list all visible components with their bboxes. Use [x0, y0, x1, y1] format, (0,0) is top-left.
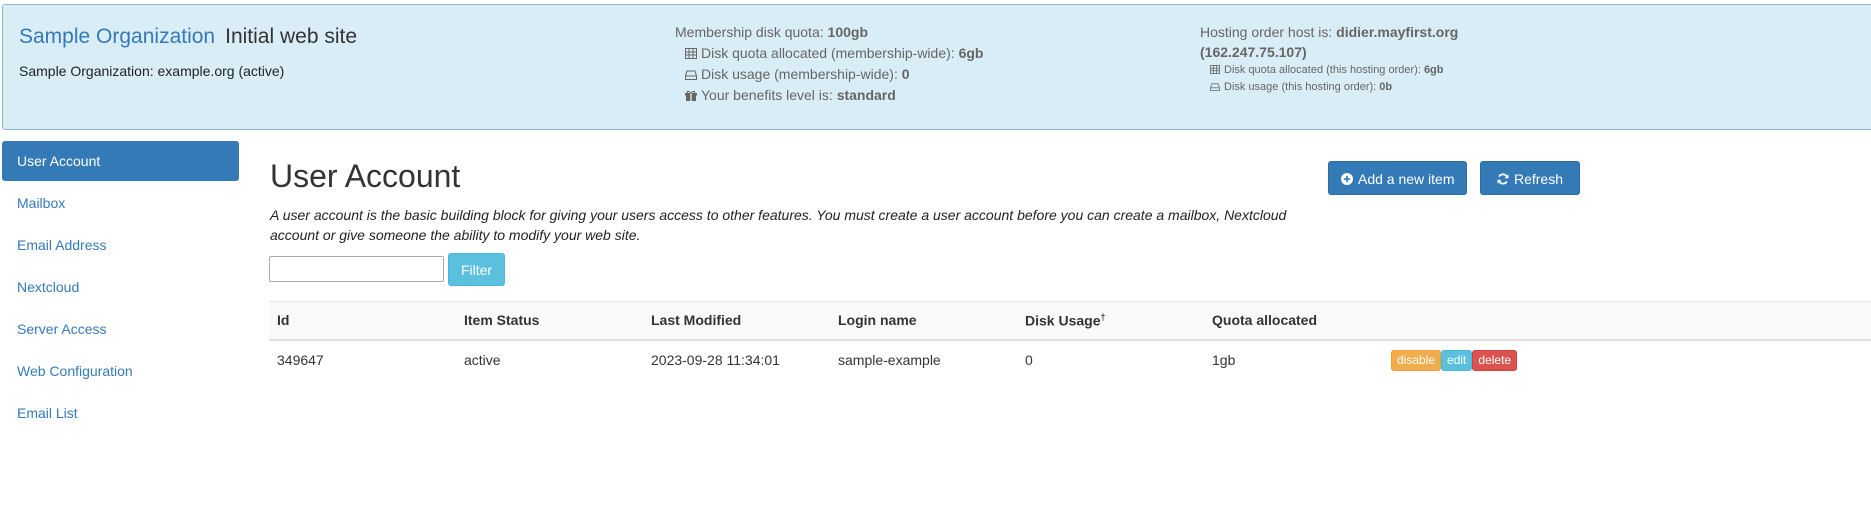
sidebar-item-mailbox[interactable]: Mailbox	[2, 183, 239, 223]
cell-item-status: active	[464, 352, 501, 368]
host-ip-line: (162.247.75.107)	[1200, 42, 1458, 62]
filter-button[interactable]: Filter	[448, 253, 505, 286]
cell-disk-usage: 0	[1025, 352, 1033, 368]
disable-button[interactable]: disable	[1391, 349, 1442, 371]
membership-allocated-label: Disk quota allocated (membership-wide):	[701, 45, 959, 61]
hdd-icon	[1210, 83, 1220, 91]
table-icon	[1210, 65, 1220, 74]
org-header-panel: Sample Organization Initial web site Samp…	[2, 4, 1871, 130]
membership-usage-value: 0	[901, 66, 910, 82]
table-icon	[685, 48, 697, 59]
filter-input[interactable]	[269, 256, 444, 282]
site-name: Initial web site	[225, 25, 358, 48]
column-header-login-name[interactable]: Login name	[830, 301, 1017, 341]
page-title: User Account	[270, 158, 461, 194]
column-header-actions	[1391, 301, 1871, 341]
table-row: 349647 active 2023-09-28 11:34:01 sample…	[269, 340, 1871, 380]
sidebar-item-nextcloud[interactable]: Nextcloud	[2, 267, 239, 307]
hosting-usage-label: Disk usage (this hosting order):	[1224, 81, 1380, 93]
sidebar-nav: User Account Mailbox Email Address Nextc…	[2, 141, 239, 435]
column-header-last-modified[interactable]: Last Modified	[643, 301, 830, 341]
column-header-quota-allocated[interactable]: Quota allocated	[1204, 301, 1391, 341]
disk-usage-header-label: Disk Usage	[1025, 312, 1101, 329]
hosting-allocated-line: Disk quota allocated (this hosting order…	[1200, 62, 1458, 79]
membership-quota-label: Membership disk quota:	[675, 24, 828, 40]
add-new-item-label: Add a new item	[1358, 171, 1455, 187]
membership-quota-line: Membership disk quota: 100gb	[675, 22, 983, 43]
sidebar-item-email-address[interactable]: Email Address	[2, 225, 239, 265]
org-title: Sample Organization Initial web site	[19, 25, 357, 49]
host-value: didier.mayfirst.org	[1336, 24, 1459, 40]
sidebar-item-server-access[interactable]: Server Access	[2, 309, 239, 349]
membership-allocated-value: 6gb	[958, 45, 984, 61]
plus-circle-icon	[1341, 173, 1353, 185]
column-header-disk-usage[interactable]: Disk Usage†	[1017, 301, 1204, 341]
column-header-item-status[interactable]: Item Status	[456, 301, 643, 341]
delete-button[interactable]: delete	[1472, 349, 1518, 371]
host-label: Hosting order host is:	[1200, 24, 1337, 40]
user-account-table: Id Item Status Last Modified Login name …	[269, 301, 1871, 380]
cell-last-modified: 2023-09-28 11:34:01	[651, 352, 780, 368]
org-status: Sample Organization: example.org (active…	[19, 63, 285, 79]
host-line: Hosting order host is: didier.mayfirst.o…	[1200, 22, 1458, 42]
membership-allocated-line: Disk quota allocated (membership-wide): …	[675, 43, 983, 64]
cell-quota-allocated: 1gb	[1212, 352, 1236, 368]
column-header-id[interactable]: Id	[269, 301, 456, 341]
disk-usage-footnote-mark: †	[1100, 311, 1106, 322]
benefits-value: standard	[836, 87, 896, 103]
edit-button[interactable]: edit	[1441, 349, 1473, 371]
cell-actions: disable edit delete	[1391, 340, 1871, 380]
add-new-item-button[interactable]: Add a new item	[1328, 161, 1467, 195]
table-header-row: Id Item Status Last Modified Login name …	[269, 301, 1871, 341]
refresh-icon	[1497, 173, 1509, 185]
host-ip: (162.247.75.107)	[1200, 44, 1307, 60]
benefits-label: Your benefits level is:	[701, 87, 837, 103]
benefits-line: Your benefits level is: standard	[675, 85, 983, 106]
membership-usage-label: Disk usage (membership-wide):	[701, 66, 902, 82]
hdd-icon	[685, 70, 697, 80]
hosting-order-info: Hosting order host is: didier.mayfirst.o…	[1200, 22, 1458, 96]
membership-quota-info: Membership disk quota: 100gb Disk quota …	[675, 22, 983, 106]
hosting-usage-value: 0b	[1379, 81, 1393, 93]
refresh-label: Refresh	[1513, 171, 1564, 187]
membership-quota-value: 100gb	[827, 24, 868, 40]
sidebar-item-email-list[interactable]: Email List	[2, 393, 239, 433]
sidebar-item-user-account[interactable]: User Account	[2, 141, 239, 181]
hosting-allocated-label: Disk quota allocated (this hosting order…	[1224, 64, 1424, 76]
refresh-button[interactable]: Refresh	[1480, 161, 1580, 195]
page-description: A user account is the basic building blo…	[270, 207, 1287, 243]
cell-login-name: sample-example	[838, 352, 941, 368]
sidebar-item-web-configuration[interactable]: Web Configuration	[2, 351, 239, 391]
hosting-allocated-value: 6gb	[1423, 64, 1444, 76]
org-name-link[interactable]: Sample Organization	[19, 25, 215, 48]
membership-usage-line: Disk usage (membership-wide): 0	[675, 64, 983, 85]
hosting-usage-line: Disk usage (this hosting order): 0b	[1200, 79, 1458, 96]
gift-icon	[685, 90, 697, 101]
cell-id: 349647	[277, 352, 324, 368]
